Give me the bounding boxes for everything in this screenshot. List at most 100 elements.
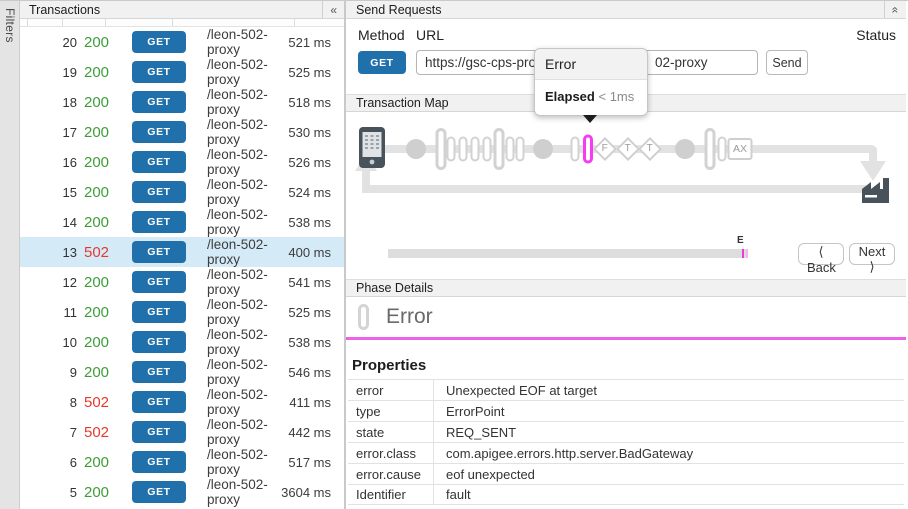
- back-button[interactable]: ⟨ Back: [798, 243, 844, 265]
- property-value: Unexpected EOF at target: [434, 383, 597, 398]
- txn-status: 200: [84, 64, 124, 81]
- txn-method-button[interactable]: GET: [132, 121, 186, 143]
- timeline-scrubber[interactable]: [388, 249, 748, 258]
- target-factory-icon: [862, 176, 892, 203]
- txn-path: /leon-502-proxy: [207, 177, 269, 207]
- txn-time: 525 ms: [269, 305, 331, 320]
- method-button[interactable]: GET: [358, 51, 406, 74]
- txn-status: 200: [84, 274, 124, 291]
- txn-method-button[interactable]: GET: [132, 211, 186, 233]
- tooltip-elapsed-label: Elapsed: [545, 89, 595, 104]
- txn-path: /leon-502-proxy: [207, 147, 269, 177]
- txn-status: 200: [84, 364, 124, 381]
- txn-method-button[interactable]: GET: [132, 301, 186, 323]
- transaction-row[interactable]: 16 200 GET /leon-502-proxy 526 ms: [20, 147, 344, 177]
- map-node-diamond[interactable]: T: [616, 137, 640, 161]
- txn-time: 3604 ms: [269, 485, 331, 500]
- txn-method-button[interactable]: GET: [132, 151, 186, 173]
- txn-method-button[interactable]: GET: [132, 361, 186, 383]
- request-flow-corner: [869, 148, 877, 162]
- col-status: [63, 19, 106, 26]
- txn-id: 7: [20, 425, 77, 440]
- transaction-row[interactable]: 18 200 GET /leon-502-proxy 518 ms: [20, 87, 344, 117]
- transaction-row[interactable]: 10 200 GET /leon-502-proxy 538 ms: [20, 327, 344, 357]
- transaction-row[interactable]: 17 200 GET /leon-502-proxy 530 ms: [20, 117, 344, 147]
- map-node-tall[interactable]: [436, 128, 447, 170]
- txn-path: /leon-502-proxy: [207, 237, 269, 267]
- map-node-diamond[interactable]: T: [638, 137, 662, 161]
- property-key: Identifier: [348, 485, 434, 504]
- txn-time: 526 ms: [269, 155, 331, 170]
- transaction-row[interactable]: 15 200 GET /leon-502-proxy 524 ms: [20, 177, 344, 207]
- transaction-row[interactable]: 13 502 GET /leon-502-proxy 400 ms: [20, 237, 344, 267]
- txn-method-button[interactable]: GET: [132, 31, 186, 53]
- txn-status: 200: [84, 154, 124, 171]
- txn-status: 200: [84, 304, 124, 321]
- txn-method-button[interactable]: GET: [132, 61, 186, 83]
- transaction-row[interactable]: 20 200 GET /leon-502-proxy 521 ms: [20, 27, 344, 57]
- txn-id: 14: [20, 215, 77, 230]
- map-node-pill[interactable]: [471, 137, 480, 162]
- next-button[interactable]: Next ⟩: [849, 243, 895, 265]
- txn-method-button[interactable]: GET: [132, 481, 186, 503]
- map-node-circle[interactable]: [406, 139, 426, 159]
- transaction-row[interactable]: 8 502 GET /leon-502-proxy 411 ms: [20, 387, 344, 417]
- txn-path: /leon-502-proxy: [207, 327, 269, 357]
- txn-status: 200: [84, 34, 124, 51]
- map-node-tall[interactable]: [494, 128, 505, 170]
- txn-method-button[interactable]: GET: [132, 391, 186, 413]
- txn-time: 525 ms: [269, 65, 331, 80]
- transaction-row[interactable]: 6 200 GET /leon-502-proxy 517 ms: [20, 447, 344, 477]
- transaction-row[interactable]: 5 200 GET /leon-502-proxy 3604 ms: [20, 477, 344, 507]
- end-tick: [746, 249, 748, 258]
- txn-time: 518 ms: [269, 95, 331, 110]
- txn-time: 541 ms: [269, 275, 331, 290]
- transaction-row[interactable]: 7 502 GET /leon-502-proxy 442 ms: [20, 417, 344, 447]
- property-value: ErrorPoint: [434, 404, 505, 419]
- property-key: type: [348, 401, 434, 421]
- url-text-end: 02-proxy: [655, 55, 708, 70]
- tooltip-elapsed-text: < 1ms: [598, 89, 634, 104]
- transactions-header: Transactions «: [20, 1, 344, 19]
- txn-id: 8: [20, 395, 77, 410]
- txn-method-button[interactable]: GET: [132, 451, 186, 473]
- collapse-left-icon[interactable]: «: [322, 1, 344, 18]
- send-requests-title: Send Requests: [356, 3, 441, 17]
- property-row: Identifier fault: [348, 484, 904, 505]
- txn-time: 538 ms: [269, 215, 331, 230]
- url-label: URL: [416, 27, 444, 43]
- map-node-pill[interactable]: [459, 137, 468, 162]
- send-button[interactable]: Send: [766, 50, 808, 75]
- filters-tab[interactable]: Filters: [0, 1, 20, 509]
- map-node-pill[interactable]: [447, 137, 456, 162]
- txn-method-button[interactable]: GET: [132, 331, 186, 353]
- map-node-pill[interactable]: [506, 137, 515, 162]
- map-node-pill[interactable]: [571, 137, 580, 162]
- transaction-row[interactable]: 11 200 GET /leon-502-proxy 525 ms: [20, 297, 344, 327]
- txn-time: 521 ms: [269, 35, 331, 50]
- transaction-row[interactable]: 12 200 GET /leon-502-proxy 541 ms: [20, 267, 344, 297]
- txn-method-button[interactable]: GET: [132, 421, 186, 443]
- property-row: state REQ_SENT: [348, 421, 904, 442]
- map-node-pill[interactable]: [516, 137, 525, 162]
- property-key: error.class: [348, 443, 434, 463]
- map-node-tall[interactable]: [705, 128, 716, 170]
- txn-method-button[interactable]: GET: [132, 241, 186, 263]
- map-node-pill[interactable]: [483, 137, 492, 162]
- collapse-up-icon[interactable]: «: [884, 1, 906, 18]
- map-node-error[interactable]: [583, 135, 593, 164]
- map-node-pill[interactable]: [718, 137, 727, 162]
- transaction-row[interactable]: 14 200 GET /leon-502-proxy 538 ms: [20, 207, 344, 237]
- transaction-row[interactable]: 19 200 GET /leon-502-proxy 525 ms: [20, 57, 344, 87]
- transaction-row[interactable]: 9 200 GET /leon-502-proxy 546 ms: [20, 357, 344, 387]
- txn-method-button[interactable]: GET: [132, 91, 186, 113]
- txn-method-button[interactable]: GET: [132, 181, 186, 203]
- transactions-panel: Filters Transactions « 20 200 GET /leon-…: [0, 1, 346, 509]
- txn-path: /leon-502-proxy: [207, 387, 269, 417]
- map-node-diamond[interactable]: F: [593, 137, 617, 161]
- map-node-circle[interactable]: [533, 139, 553, 159]
- property-key: error.cause: [348, 464, 434, 484]
- txn-method-button[interactable]: GET: [132, 271, 186, 293]
- map-node-circle[interactable]: [675, 139, 695, 159]
- map-node-box[interactable]: AX: [728, 138, 753, 160]
